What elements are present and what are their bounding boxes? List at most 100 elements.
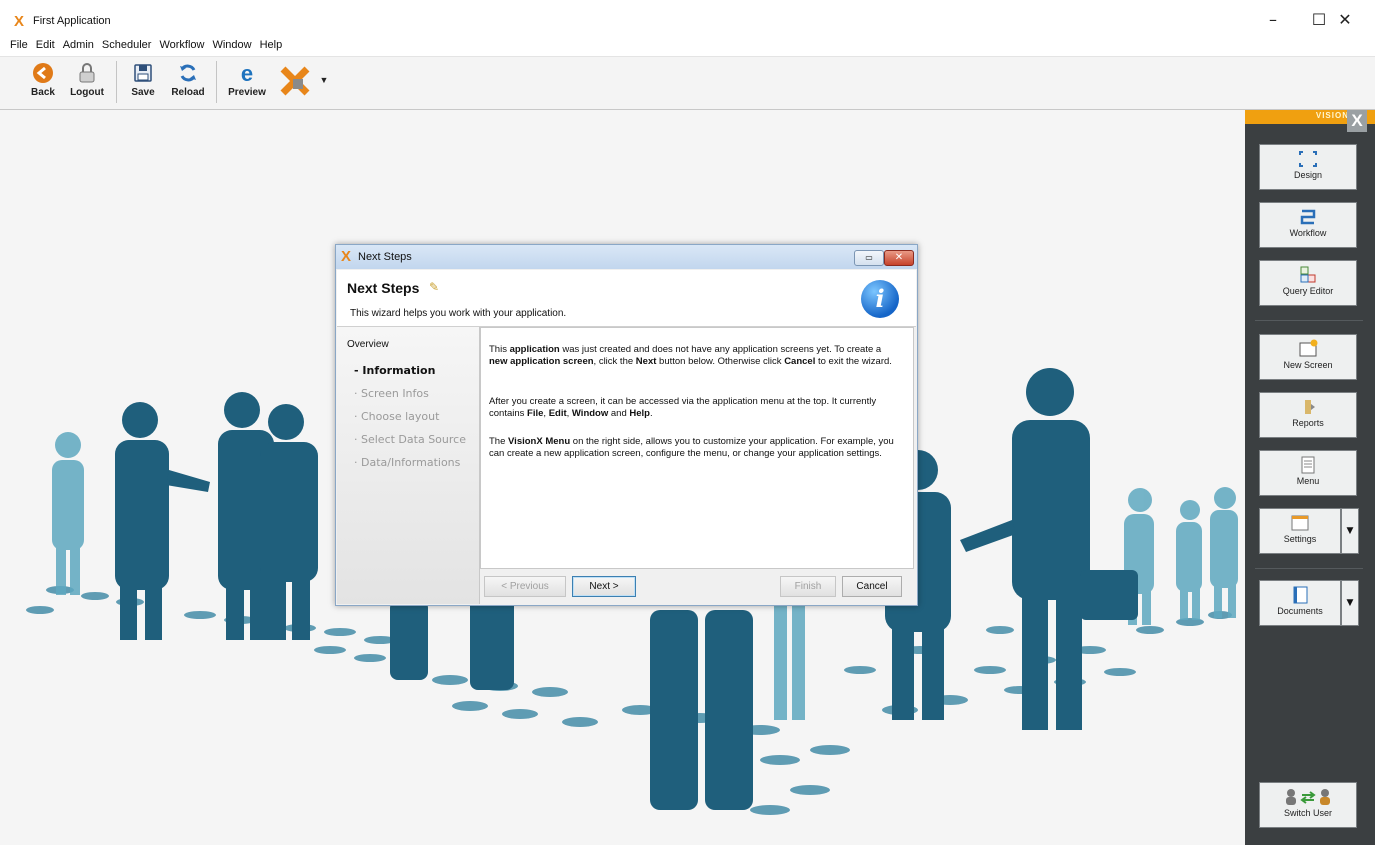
step-label: Screen Infos <box>361 387 429 400</box>
magic-wand-icon: ✎ <box>429 280 440 294</box>
dialog-header: Next Steps ✎ This wizard helps you work … <box>337 270 916 327</box>
menu-admin[interactable]: Admin <box>59 36 98 51</box>
menu-edit[interactable]: Edit <box>32 36 59 51</box>
workflow-icon <box>1300 209 1316 225</box>
switch-user-button[interactable]: Switch User <box>1259 782 1357 828</box>
text-run: and <box>608 408 630 419</box>
info-paragraph-3: The VisionX Menu on the right side, allo… <box>489 436 901 460</box>
dialog-subtitle: This wizard helps you work with your app… <box>350 308 567 319</box>
menu-window[interactable]: Window <box>208 36 255 51</box>
step-choose-layout: · Choose layout <box>354 410 440 423</box>
bold-run: Next <box>635 356 657 367</box>
step-label: Information <box>362 364 436 377</box>
documents-icon <box>1293 586 1308 604</box>
text-run: This <box>489 344 510 355</box>
logout-button[interactable]: Logout <box>67 61 107 98</box>
dialog-logo-icon: X <box>341 248 352 265</box>
step-screen-infos: · Screen Infos <box>354 387 429 400</box>
back-button[interactable]: Back <box>26 61 60 98</box>
workflow-label: Workflow <box>1289 228 1327 238</box>
text-run: , click the <box>593 356 636 367</box>
bold-run: Cancel <box>784 356 816 367</box>
browser-e-icon: e <box>241 61 253 85</box>
workflow-button[interactable]: Workflow <box>1259 202 1357 248</box>
dialog-restore-icon[interactable]: ▭ <box>854 250 884 266</box>
preview-label: Preview <box>228 87 266 98</box>
switch-user-label: Switch User <box>1283 808 1332 818</box>
text-run: . <box>649 408 653 419</box>
step-data-informations: · Data/Informations <box>354 456 461 469</box>
toolbar-dropdown-icon[interactable]: ▼ <box>318 75 330 85</box>
query-editor-icon <box>1300 266 1316 283</box>
wizard-content: This application was just created and do… <box>480 327 914 569</box>
step-label: Choose layout <box>361 410 440 423</box>
step-information: - Information <box>354 364 436 377</box>
settings-label: Settings <box>1283 534 1317 544</box>
menu-workflow[interactable]: Workflow <box>155 36 208 51</box>
dialog-close-icon[interactable]: ✕ <box>884 250 914 266</box>
bold-run: Window <box>571 408 609 419</box>
menu-scheduler[interactable]: Scheduler <box>98 36 156 51</box>
lock-icon <box>79 63 95 83</box>
overview-label: Overview <box>347 339 389 350</box>
panel-separator <box>1255 568 1363 569</box>
next-button[interactable]: Next > <box>572 576 636 597</box>
dialog-heading: Next Steps <box>347 280 420 296</box>
previous-button[interactable]: < Previous <box>484 576 566 597</box>
cancel-button[interactable]: Cancel <box>842 576 902 597</box>
settings-dropdown-icon[interactable]: ▼ <box>1341 508 1359 554</box>
info-paragraph-1: This application was just created and do… <box>489 344 901 368</box>
menu-button[interactable]: Menu <box>1259 450 1357 496</box>
visionx-brand: VISION <box>1315 111 1349 120</box>
back-label: Back <box>31 87 55 98</box>
info-paragraph-2: After you create a screen, it can be acc… <box>489 396 901 420</box>
switch-user-icon <box>1286 789 1330 805</box>
text-run: button below. Otherwise click <box>656 356 785 367</box>
logout-label: Logout <box>70 87 104 98</box>
app-logo-icon: X <box>14 13 25 30</box>
new-screen-button[interactable]: New Screen <box>1259 334 1357 380</box>
text-run: was just created and does not have any a… <box>559 344 882 355</box>
new-screen-label: New Screen <box>1283 360 1333 370</box>
menu-list-icon <box>1301 456 1315 474</box>
menubar: File Edit Admin Scheduler Workflow Window Help <box>0 36 1375 57</box>
reload-button[interactable]: Reload <box>168 61 208 98</box>
text-run: to exit the wizard. <box>815 356 892 367</box>
design-button[interactable]: Design <box>1259 144 1357 190</box>
dialog-titlebar[interactable]: X Next Steps ▭ ✕ <box>336 245 917 269</box>
window-titlebar: X First Application – ☐ ✕ <box>0 0 1375 36</box>
new-screen-icon <box>1299 339 1318 357</box>
bold-run: Help <box>629 408 650 419</box>
minimize-button[interactable]: – <box>1250 10 1296 29</box>
documents-button[interactable]: Documents <box>1259 580 1341 626</box>
settings-button[interactable]: Settings <box>1259 508 1341 554</box>
visionx-tools-icon <box>280 66 310 96</box>
settings-window-icon <box>1291 515 1309 531</box>
visionx-logo-icon: X <box>1347 110 1367 132</box>
menu-file[interactable]: File <box>0 36 32 51</box>
save-button[interactable]: Save <box>126 61 160 98</box>
bold-run: File <box>527 408 544 419</box>
menu-label: Menu <box>1296 476 1320 486</box>
query-editor-button[interactable]: Query Editor <box>1259 260 1357 306</box>
close-button[interactable]: ✕ <box>1322 10 1368 29</box>
panel-separator <box>1255 320 1363 321</box>
step-label: Select Data Source <box>361 433 466 446</box>
finish-button[interactable]: Finish <box>780 576 836 597</box>
wizard-steps-sidebar: Overview - Information · Screen Infos · … <box>337 327 480 604</box>
preview-button[interactable]: e Preview <box>224 61 270 98</box>
svg-text:e: e <box>241 61 253 85</box>
visionx-tools-button[interactable] <box>278 65 312 99</box>
reports-icon <box>1305 400 1315 414</box>
menu-help[interactable]: Help <box>256 36 287 51</box>
step-label: Data/Informations <box>361 456 461 469</box>
toolbar-separator <box>216 61 217 103</box>
back-arrow-icon <box>33 63 53 83</box>
info-icon: i <box>861 280 899 318</box>
design-frame-icon <box>1299 151 1317 167</box>
documents-dropdown-icon[interactable]: ▼ <box>1341 580 1359 626</box>
bold-run: application <box>509 344 560 355</box>
text-run: The <box>489 436 509 447</box>
reports-button[interactable]: Reports <box>1259 392 1357 438</box>
window-title: First Application <box>33 15 111 27</box>
